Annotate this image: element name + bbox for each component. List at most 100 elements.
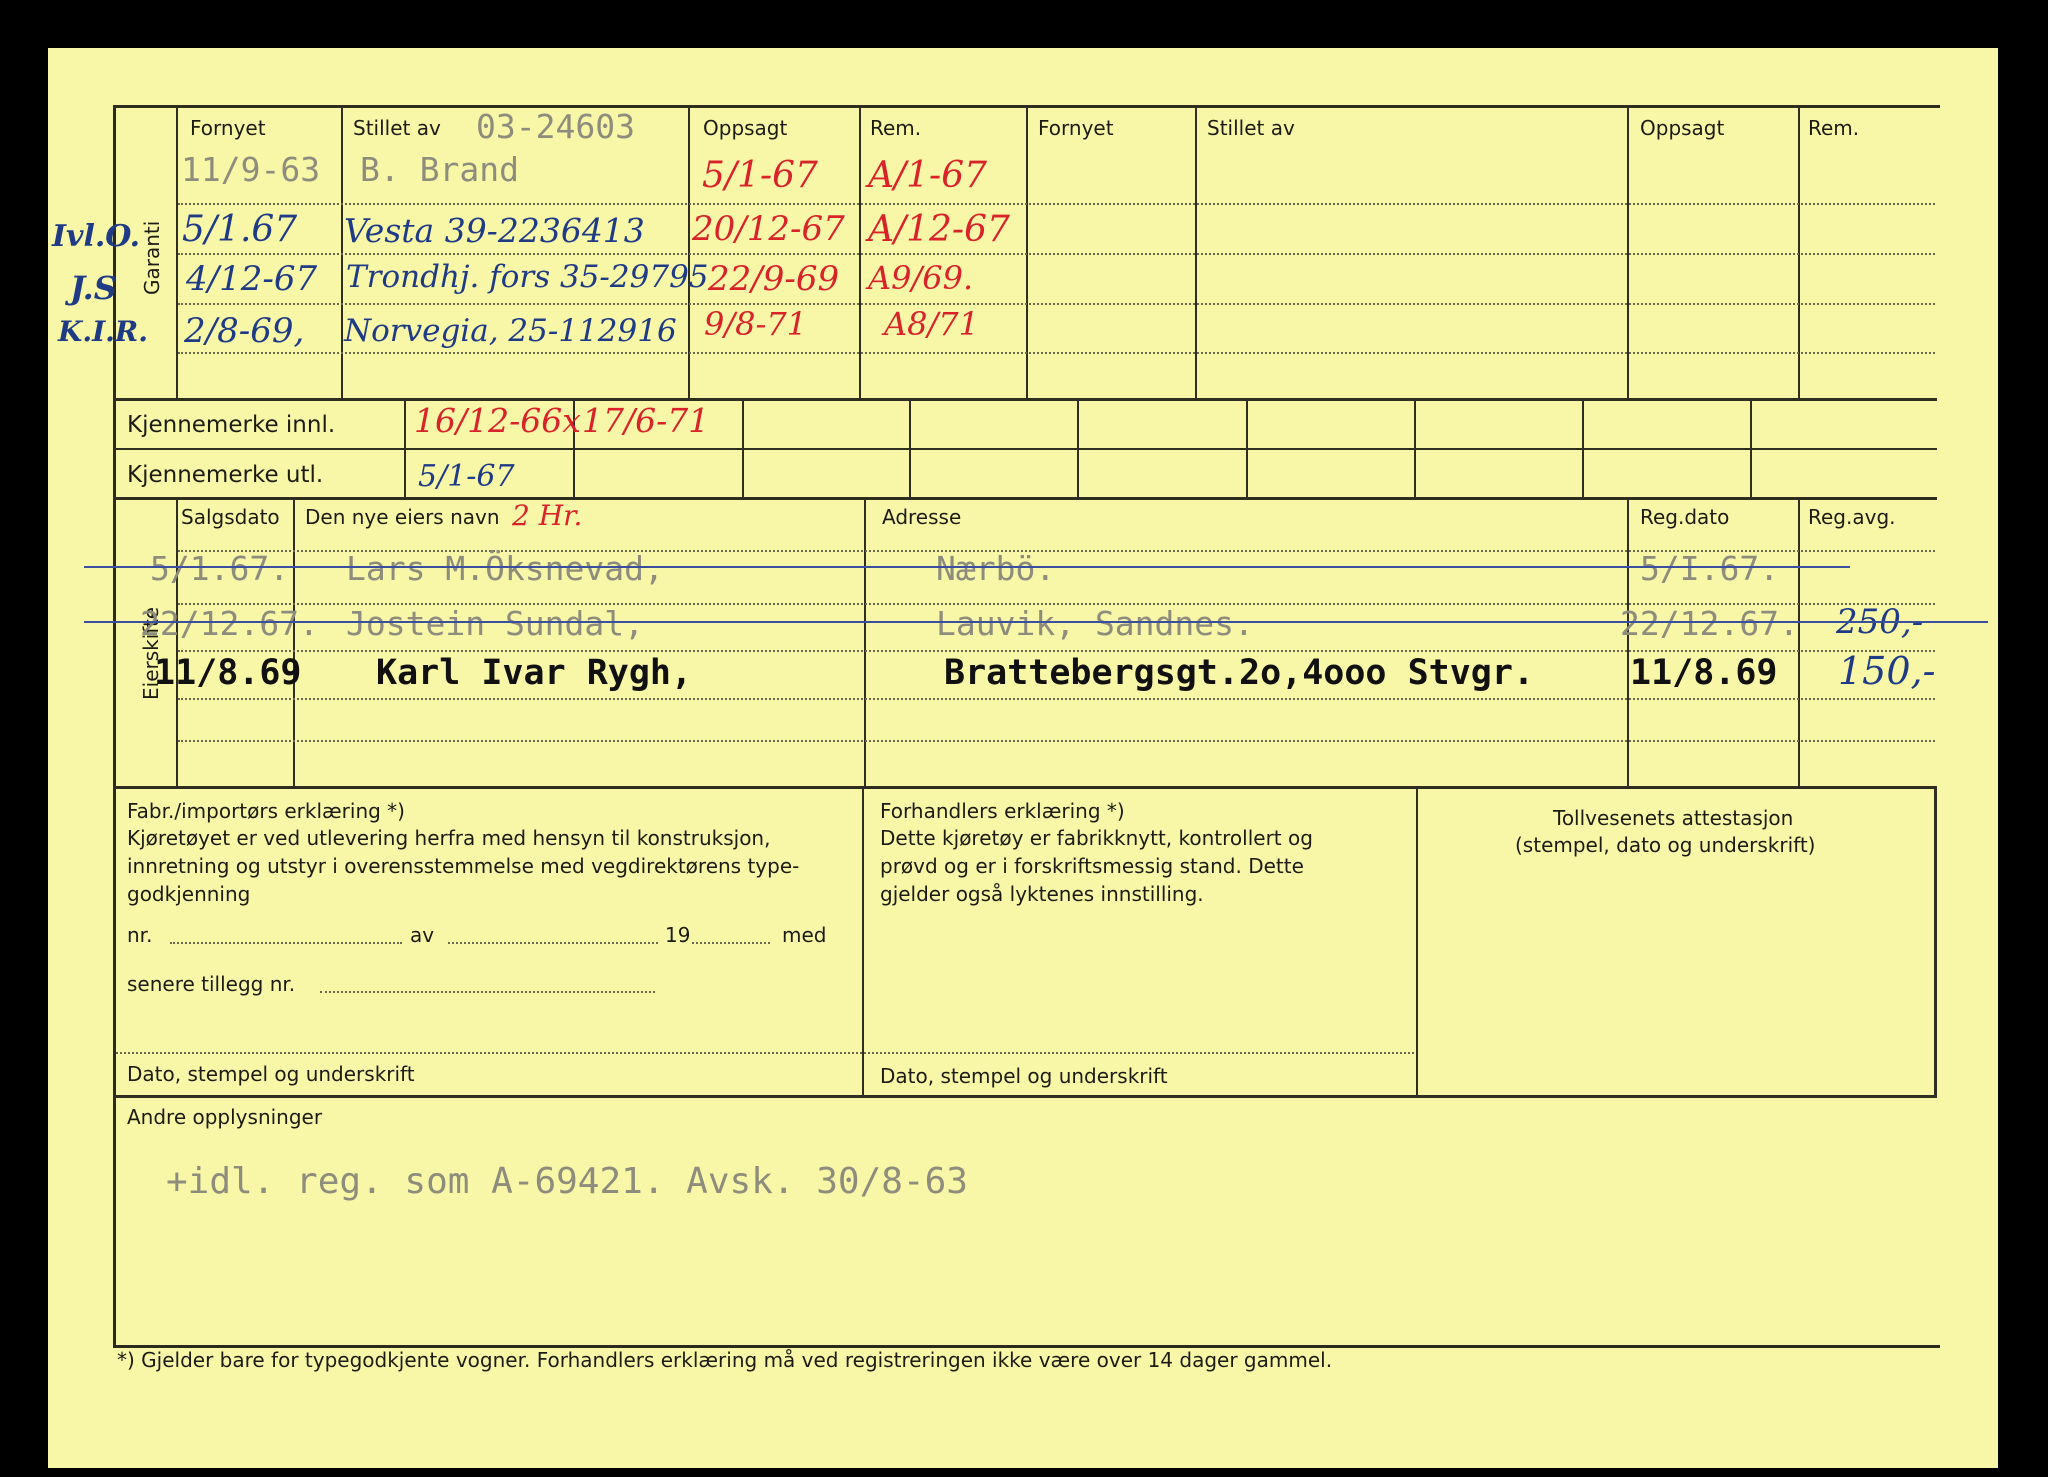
kjenn-divider [1414, 401, 1416, 497]
owner2-salgsdato: 22/12.67. [140, 604, 319, 643]
erkl-divider [1416, 789, 1418, 1095]
eier-col-divider [293, 500, 295, 786]
kjenn-divider [1077, 401, 1079, 497]
fabr-med-label: med [782, 923, 827, 947]
toll-title: Tollvesenets attestasjon [1553, 806, 1794, 830]
section-rule [113, 1095, 1937, 1098]
row3-stillet-av: Trondhj. fors 35-29795 [346, 259, 709, 295]
row-rule [178, 650, 1935, 652]
kjenn-innl-2: 17/6-71 [582, 401, 710, 440]
header-rem: Rem. [870, 116, 922, 140]
header-fornyet: Fornyet [190, 116, 266, 140]
owner3-adresse: Brattebergsgt.2o,4ooo Stvgr. [944, 653, 1535, 693]
row3-fornyet: 4/12-67 [186, 259, 318, 299]
owner3-regdato: 11/8.69 [1630, 653, 1778, 693]
forh-text: Dette kjøretøy er fabrikknytt, kontrolle… [880, 826, 1313, 906]
eier-col-divider [176, 500, 178, 786]
owner1-navn: Lars M.Öksnevad, [346, 549, 664, 588]
forh-sign-label: Dato, stempel og underskrift [880, 1064, 1168, 1088]
strike-line [84, 566, 1850, 568]
header-navn: Den nye eiers navn [305, 505, 500, 529]
row4-rem: A8/71 [884, 305, 979, 343]
andre-text: +idl. reg. som A-69421. Avsk. 30/8-63 [166, 1161, 968, 1202]
header-rem-2: Rem. [1808, 116, 1860, 140]
fabr-tillegg-dots [320, 991, 655, 993]
kjenn-divider [404, 401, 406, 497]
row-rule [178, 698, 1935, 700]
fabr-19-label: 19 [665, 923, 691, 947]
header-regdato: Reg.dato [1640, 505, 1730, 529]
toll-box-right [1934, 789, 1937, 1095]
kjenn-divider [1582, 401, 1584, 497]
eier-col-divider [1798, 500, 1800, 786]
policy-number: 03-24603 [476, 107, 635, 146]
kjennemerke-rule [116, 448, 1937, 450]
toll-subtitle: (stempel, dato og underskrift) [1515, 833, 1816, 857]
footnote: *) Gjelder bare for typegodkjente vogner… [117, 1348, 1333, 1372]
fabr-av-label: av [410, 923, 435, 947]
owner2-adresse: Lauvik, Sandnes. [936, 604, 1254, 643]
owner3-salgsdato: 11/8.69 [154, 653, 302, 693]
row-rule [178, 352, 1935, 354]
fabr-19-dots [692, 942, 770, 944]
row2-rem: A/12-67 [868, 209, 1010, 250]
header-stillet-av-2: Stillet av [1207, 116, 1295, 140]
row3-rem: A9/69. [868, 259, 974, 297]
kjenn-innl-1: 16/12-66x [414, 401, 581, 440]
margin-note-3: K.I.R. [58, 315, 148, 348]
owner2-regdato: 22/12.67. [1620, 604, 1799, 643]
header-regavg: Reg.avg. [1808, 505, 1896, 529]
fabr-sign-label: Dato, stempel og underskrift [127, 1062, 415, 1086]
section-rule [113, 398, 1937, 401]
header-fornyet-2: Fornyet [1038, 116, 1114, 140]
row2-fornyet: 5/1.67 [182, 209, 298, 250]
owner1-regdato: 5/I.67. [1640, 549, 1780, 588]
section-rule [113, 786, 1937, 789]
row-rule [178, 303, 1935, 305]
margin-note-1: Ivl.O. [52, 219, 141, 254]
strike-line [84, 621, 1988, 623]
andre-label: Andre opplysninger [127, 1105, 323, 1129]
fabr-title: Fabr./importørs erklæring *) [127, 799, 405, 823]
owner1-adresse: Nærbö. [936, 549, 1056, 588]
row1-fornyet: 11/9-63 [181, 150, 321, 189]
header-salgsdato: Salgsdato [181, 505, 280, 529]
row4-stillet-av: Norvegia, 25-112916 [344, 313, 677, 349]
eier-col-divider [1627, 500, 1629, 786]
kjenn-divider [742, 401, 744, 497]
owner1-salgsdato: 5/1.67. [150, 549, 290, 588]
fabr-tillegg-label: senere tillegg nr. [127, 972, 296, 996]
kjenn-divider [1750, 401, 1752, 497]
kjenn-divider [1246, 401, 1248, 497]
forh-title: Forhandlers erklæring *) [880, 799, 1125, 823]
header-oppsagt: Oppsagt [703, 116, 788, 140]
row4-fornyet: 2/8-69, [184, 311, 305, 351]
row2-oppsagt: 20/12-67 [692, 209, 845, 249]
row4-oppsagt: 9/8-71 [704, 305, 808, 343]
kjenn-utl-1: 5/1-67 [418, 459, 515, 494]
owner2-navn: Jostein Sundal, [346, 604, 645, 643]
row-rule [178, 203, 1935, 205]
fabr-nr-dots [170, 942, 402, 944]
top-rule [113, 105, 1937, 108]
fabr-nr-label: nr. [127, 923, 153, 947]
row2-stillet-av: Vesta 39-2236413 [344, 211, 645, 250]
fabr-text: Kjøretøyet er ved utlevering herfra med … [127, 826, 800, 906]
owner3-navn: Karl Ivar Rygh, [376, 653, 693, 693]
header-adresse: Adresse [882, 505, 962, 529]
navn-note: 2 Hr. [512, 499, 583, 532]
row3-oppsagt: 22/9-69 [708, 259, 840, 299]
row1-oppsagt: 5/1-67 [702, 155, 818, 196]
header-oppsagt-2: Oppsagt [1640, 116, 1725, 140]
row-rule [178, 740, 1935, 742]
erkl-divider [862, 789, 864, 1095]
kjennemerke-innl-label: Kjennemerke innl. [127, 412, 336, 438]
garanti-label: Garanti [140, 220, 164, 295]
row-rule [178, 253, 1935, 255]
margin-note-2: J.S [70, 269, 117, 307]
fabr-av-dots [448, 942, 658, 944]
kjenn-divider [909, 401, 911, 497]
section-rule [113, 497, 1937, 500]
header-stillet-av: Stillet av [353, 116, 441, 140]
kjennemerke-utl-label: Kjennemerke utl. [127, 462, 324, 488]
